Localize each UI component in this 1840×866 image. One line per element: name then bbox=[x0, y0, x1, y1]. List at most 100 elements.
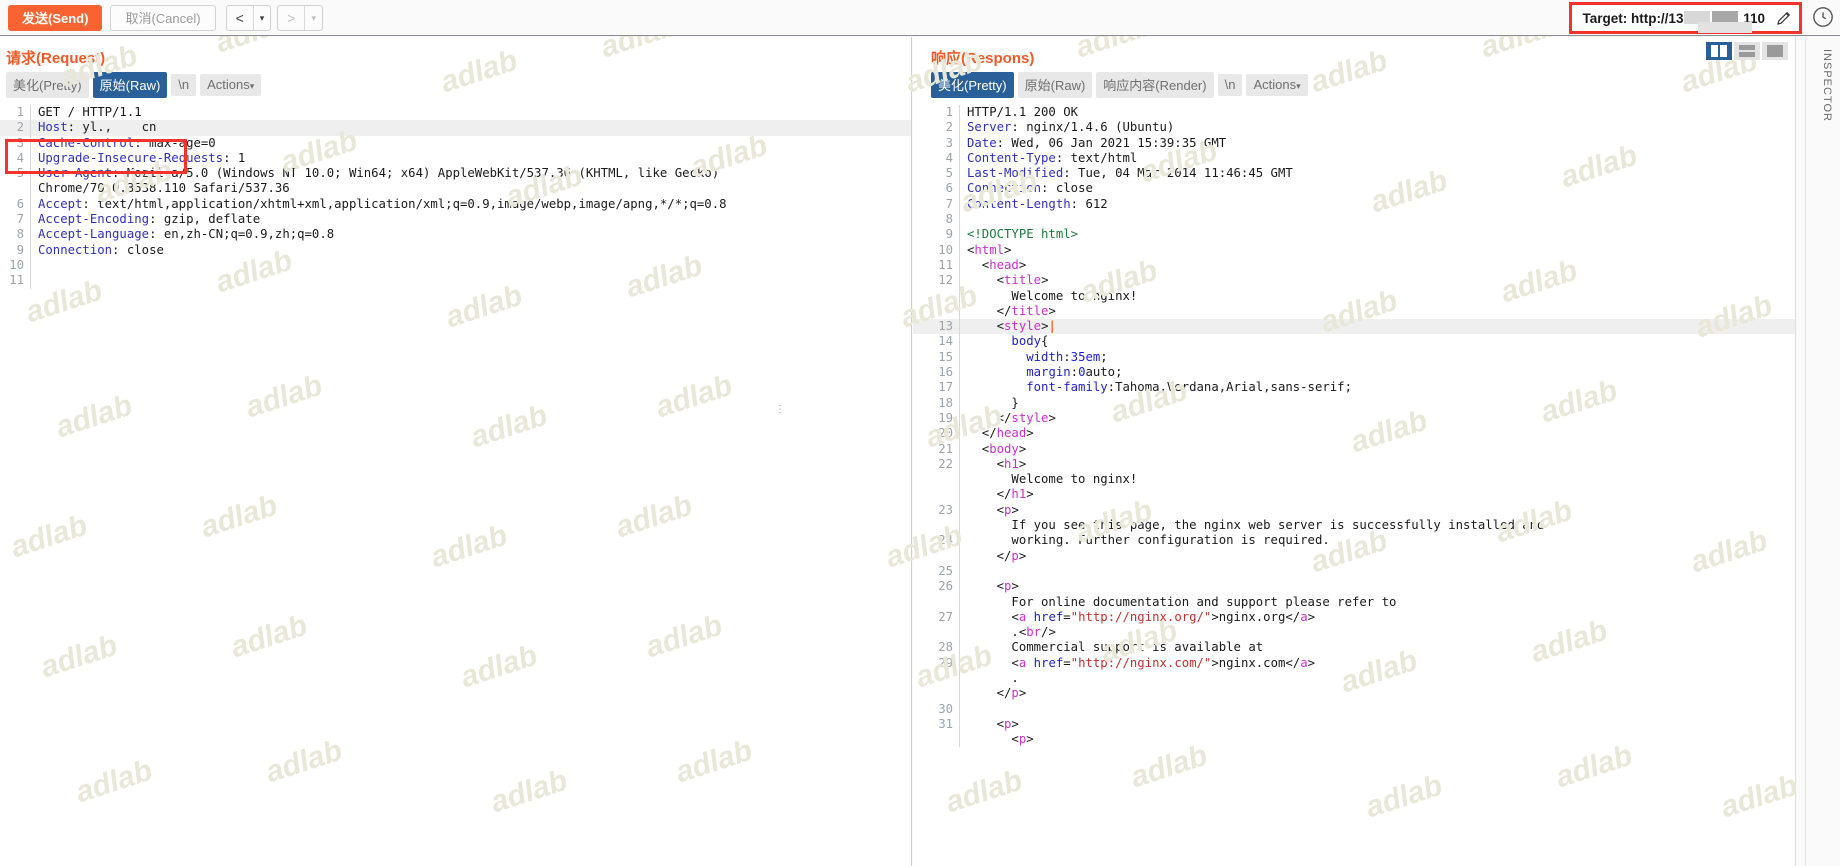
code-text: HTTP/1.1 200 OK bbox=[959, 105, 1795, 121]
split-horizontal-icon[interactable] bbox=[1734, 42, 1760, 60]
send-button[interactable]: 发送(Send) bbox=[8, 4, 103, 31]
code-line: 16 margin:0auto; bbox=[913, 365, 1795, 381]
code-line: 21 <body> bbox=[913, 441, 1795, 457]
line-number: 31 bbox=[938, 716, 953, 731]
line-number: 11 bbox=[9, 273, 24, 288]
code-line: 4 Upgrade-Insecure-Requests: 1 bbox=[0, 150, 911, 167]
code-text: Accept-Language: en,zh-CN;q=0.9,zh;q=0.8 bbox=[30, 227, 911, 243]
response-tab-2[interactable]: 响应内容(Render) bbox=[1096, 72, 1214, 98]
code-line: 13 <style>| bbox=[913, 319, 1795, 335]
code-text: Host: yl., cn bbox=[30, 120, 911, 136]
code-line: 3 Cache-Control: max-age=0 bbox=[0, 135, 911, 151]
cancel-button[interactable]: 取消(Cancel) bbox=[110, 4, 216, 31]
code-text: Date: Wed, 06 Jan 2021 15:39:35 GMT bbox=[959, 135, 1795, 151]
code-line: 20 </head> bbox=[913, 426, 1795, 442]
code-line: </h1> bbox=[913, 487, 1795, 503]
request-tab-2[interactable]: \n bbox=[171, 74, 197, 96]
code-text: Last-Modified: Tue, 04 Mar 2014 11:46:45… bbox=[959, 166, 1795, 182]
code-line: 2 Host: yl., cn bbox=[0, 120, 911, 136]
response-tab-3[interactable]: \n bbox=[1217, 74, 1243, 96]
code-line: 26 <p> bbox=[913, 579, 1795, 595]
request-tab-0[interactable]: 美化(Pretty) bbox=[6, 72, 89, 98]
line-number bbox=[913, 732, 959, 747]
line-number: 10 bbox=[938, 242, 953, 257]
line-number bbox=[913, 595, 959, 610]
line-number: 3 bbox=[945, 135, 953, 150]
code-text: <p> bbox=[959, 502, 1795, 519]
tab-label: Actions bbox=[1253, 77, 1297, 92]
response-tab-4[interactable]: Actions▾ bbox=[1246, 74, 1308, 96]
line-number: 17 bbox=[938, 380, 953, 395]
code-line: </p> bbox=[913, 686, 1795, 702]
code-line: 17 font-family:Tahoma,Verdana,Arial,sans… bbox=[913, 380, 1795, 396]
single-pane-icon[interactable] bbox=[1762, 42, 1788, 60]
split-vertical-icon[interactable] bbox=[1706, 42, 1732, 60]
line-number: 2 bbox=[16, 120, 24, 135]
code-text: Content-Length: 612 bbox=[959, 196, 1795, 213]
code-line: 12 <title> bbox=[913, 273, 1795, 289]
code-text: Welcome to nginx! bbox=[959, 472, 1795, 488]
code-text: Commercial support is available at bbox=[959, 640, 1795, 656]
request-code-view[interactable]: 1 GET / HTTP/1.1 2 Host: yl., cn 3 Cache-Cont… bbox=[0, 105, 911, 866]
code-text bbox=[959, 212, 1795, 228]
request-panel-title: 请求(Request) bbox=[6, 50, 106, 67]
line-number: 30 bbox=[938, 701, 953, 716]
line-number: 9 bbox=[16, 242, 24, 257]
app-root: 发送(Send) 取消(Cancel) < ▾ > ▾ Target: http… bbox=[0, 0, 1840, 866]
code-text: Welcome to nginx! bbox=[959, 288, 1795, 304]
code-text: } bbox=[959, 395, 1795, 411]
response-code-view[interactable]: 1 HTTP/1.1 200 OK 2 Server: nginx/1.4.6 (Ub… bbox=[913, 105, 1795, 866]
code-text: Upgrade-Insecure-Requests: 1 bbox=[30, 150, 911, 167]
code-line: 6 Connection: close bbox=[913, 181, 1795, 197]
scroll-marker: ⋮ bbox=[775, 404, 785, 415]
request-tab-3[interactable]: Actions▾ bbox=[200, 74, 262, 96]
line-number bbox=[913, 304, 959, 319]
code-text: <h1> bbox=[959, 456, 1795, 473]
response-tab-0[interactable]: 美化(Pretty) bbox=[931, 72, 1014, 98]
code-text: <p> bbox=[959, 579, 1795, 595]
code-text: </p> bbox=[959, 686, 1795, 702]
clock-icon[interactable] bbox=[1812, 6, 1834, 28]
code-line: 2 Server: nginx/1.4.6 (Ubuntu) bbox=[913, 120, 1795, 136]
code-line: If you see this page, the nginx web serv… bbox=[913, 518, 1795, 534]
line-number: 6 bbox=[16, 196, 24, 211]
code-text bbox=[959, 563, 1795, 580]
tab-label: 原始(Raw) bbox=[99, 78, 161, 93]
next-request-button[interactable]: > ▾ bbox=[277, 4, 324, 31]
chevron-down-icon: ▾ bbox=[1296, 81, 1301, 91]
line-number: 7 bbox=[16, 212, 24, 227]
code-line: 7 Content-Length: 612 bbox=[913, 196, 1795, 213]
code-text: </h1> bbox=[959, 487, 1795, 503]
code-text: <!DOCTYPE html> bbox=[959, 227, 1795, 243]
code-line: 10 <html> bbox=[913, 242, 1795, 258]
chevron-right-icon: > bbox=[287, 9, 296, 26]
code-text: <p> bbox=[959, 732, 1795, 748]
response-tab-1[interactable]: 原始(Raw) bbox=[1017, 72, 1093, 98]
chevron-down-icon[interactable]: ▾ bbox=[305, 6, 322, 30]
tab-label: 原始(Raw) bbox=[1024, 78, 1086, 93]
chevron-down-icon[interactable]: ▾ bbox=[254, 6, 271, 30]
code-text: Cache-Control: max-age=0 bbox=[30, 135, 911, 151]
line-number: 22 bbox=[938, 456, 953, 471]
response-panel-title: 响应(Respons) bbox=[931, 50, 1035, 67]
sidebar-tab-inspector[interactable]: INSPECTOR bbox=[1818, 43, 1836, 128]
code-line: 1 GET / HTTP/1.1 bbox=[0, 105, 911, 121]
line-number bbox=[913, 625, 959, 640]
pencil-icon[interactable] bbox=[1775, 9, 1793, 27]
code-text bbox=[959, 701, 1795, 717]
target-url-box[interactable]: Target: http://13 110 bbox=[1569, 2, 1802, 34]
code-text: </p> bbox=[959, 548, 1795, 564]
line-number: 14 bbox=[938, 334, 953, 349]
request-tab-1[interactable]: 原始(Raw) bbox=[92, 72, 168, 98]
code-text: Content-Type: text/html bbox=[959, 150, 1795, 167]
code-text: <head> bbox=[959, 257, 1795, 274]
code-line: 18 } bbox=[913, 395, 1795, 411]
line-number bbox=[913, 472, 959, 487]
code-text: For online documentation and support ple… bbox=[959, 594, 1795, 610]
line-number bbox=[913, 487, 959, 502]
prev-request-button[interactable]: < ▾ bbox=[225, 4, 272, 31]
code-text: User-Agent: Mozilla/5.0 (Windows NT 10.0… bbox=[30, 166, 911, 182]
nav-button-group: < ▾ > ▾ bbox=[225, 4, 329, 31]
line-number: 4 bbox=[16, 150, 24, 165]
code-line: For online documentation and support ple… bbox=[913, 594, 1795, 610]
